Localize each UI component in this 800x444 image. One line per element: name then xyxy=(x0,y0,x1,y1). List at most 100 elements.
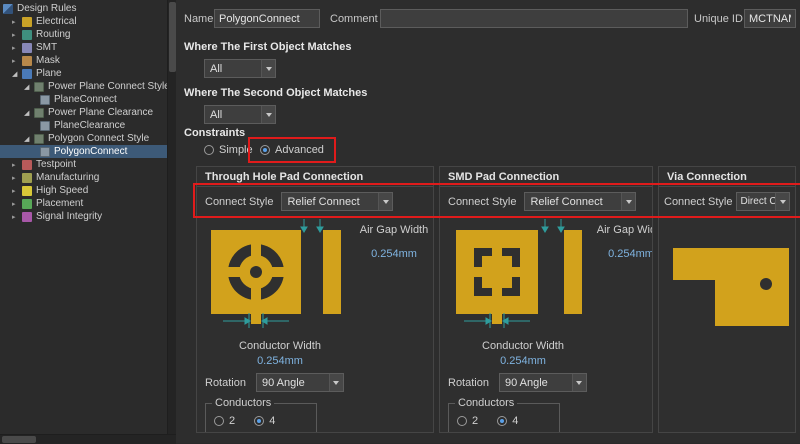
tree-label: Signal Integrity xyxy=(36,211,102,222)
through-hole-pad-connection-panel: Through Hole Pad Connection Connect Styl… xyxy=(196,166,434,433)
testpoint-icon xyxy=(22,160,32,170)
sidebar-item-high-speed[interactable]: High Speed xyxy=(0,184,167,197)
constraints-panels: Through Hole Pad Connection Connect Styl… xyxy=(196,166,796,433)
rule-editor-panel: Name Comment Unique ID Where The First O… xyxy=(176,0,800,443)
conductors-2-radio[interactable]: 2 xyxy=(214,415,235,427)
expand-arrow-icon[interactable] xyxy=(12,213,22,221)
comment-label: Comment xyxy=(330,13,378,25)
sidebar-item-power-plane-clearance[interactable]: Power Plane Clearance xyxy=(0,106,167,119)
first-match-dropdown[interactable]: All xyxy=(204,59,276,78)
sidebar-item-mask[interactable]: Mask xyxy=(0,54,167,67)
expand-arrow-icon[interactable] xyxy=(24,135,34,143)
tree-label: Placement xyxy=(36,198,83,209)
smt-icon xyxy=(22,43,32,53)
radio-icon xyxy=(260,145,270,155)
dropdown-value: 90 Angle xyxy=(500,377,572,389)
conductor-width-value: 0.254mm xyxy=(205,355,355,367)
second-match-heading: Where The Second Object Matches xyxy=(184,87,367,99)
tree-label: PlaneConnect xyxy=(54,94,117,105)
radio-label: 4 xyxy=(269,415,275,427)
through-hole-relief-graphic xyxy=(203,218,353,336)
sidebar-item-polygonconnect-selected[interactable]: PolygonConnect xyxy=(0,145,167,158)
rule-icon xyxy=(40,95,50,105)
conductor-width-value: 0.254mm xyxy=(448,355,598,367)
expand-arrow-icon[interactable] xyxy=(12,31,22,39)
sidebar-item-power-plane-connect-style[interactable]: Power Plane Connect Style xyxy=(0,80,167,93)
sidebar-item-planeclearance[interactable]: PlaneClearance xyxy=(0,119,167,132)
conductors-2-radio[interactable]: 2 xyxy=(457,415,478,427)
advanced-mode-radio[interactable]: Advanced xyxy=(260,144,324,156)
conductors-4-radio[interactable]: 4 xyxy=(254,415,275,427)
expand-arrow-icon[interactable] xyxy=(12,44,22,52)
sidebar-item-manufacturing[interactable]: Manufacturing xyxy=(0,171,167,184)
chevron-down-icon[interactable] xyxy=(261,106,275,123)
sidebar-item-routing[interactable]: Routing xyxy=(0,28,167,41)
chevron-down-icon[interactable] xyxy=(775,193,789,210)
sidebar-item-planeconnect[interactable]: PlaneConnect xyxy=(0,93,167,106)
connect-style-dropdown[interactable]: Direct Connect xyxy=(736,192,790,211)
conductors-groupbox: Conductors 2 4 xyxy=(205,403,317,433)
smd-relief-graphic xyxy=(446,218,596,336)
name-label: Name xyxy=(184,13,213,25)
air-gap-width-label: Air Gap Width xyxy=(351,224,434,236)
chevron-down-icon[interactable] xyxy=(572,374,586,391)
electrical-icon xyxy=(22,17,32,27)
unique-id-input[interactable] xyxy=(744,9,796,28)
rule-icon xyxy=(40,147,50,157)
sidebar-item-signal-integrity[interactable]: Signal Integrity xyxy=(0,210,167,223)
tree-label: Routing xyxy=(36,29,70,40)
dropdown-value: All xyxy=(205,109,261,121)
chevron-down-icon[interactable] xyxy=(261,60,275,77)
second-match-dropdown[interactable]: All xyxy=(204,105,276,124)
smd-pad-connection-panel: SMD Pad Connection Connect Style Relief … xyxy=(439,166,653,433)
expand-arrow-icon[interactable] xyxy=(24,83,34,91)
conductors-groupbox: Conductors 2 4 xyxy=(448,403,560,433)
tree-label: High Speed xyxy=(36,185,88,196)
sidebar-item-testpoint[interactable]: Testpoint xyxy=(0,158,167,171)
expand-arrow-icon[interactable] xyxy=(12,18,22,26)
scrollbar-thumb[interactable] xyxy=(169,2,176,72)
chevron-down-icon[interactable] xyxy=(621,193,635,210)
expand-arrow-icon[interactable] xyxy=(12,70,22,78)
rule-name-input[interactable] xyxy=(214,9,320,28)
air-gap-width-value: 0.254mm xyxy=(351,248,434,260)
rotation-label: Rotation xyxy=(205,377,246,389)
via-direct-connect-graphic xyxy=(667,234,796,334)
routing-icon xyxy=(22,30,32,40)
expand-arrow-icon[interactable] xyxy=(12,200,22,208)
dropdown-value: 90 Angle xyxy=(257,377,329,389)
tree-label: PlaneClearance xyxy=(54,120,125,131)
expand-arrow-icon[interactable] xyxy=(12,187,22,195)
radio-icon xyxy=(214,416,224,426)
panel-title: Via Connection xyxy=(659,167,795,187)
simple-mode-radio[interactable]: Simple xyxy=(204,144,253,156)
sidebar-item-electrical[interactable]: Electrical xyxy=(0,15,167,28)
expand-arrow-icon[interactable] xyxy=(12,57,22,65)
tree-label: Power Plane Clearance xyxy=(48,107,153,118)
comment-input[interactable] xyxy=(380,9,688,28)
connect-style-label: Connect Style xyxy=(448,196,516,208)
expand-arrow-icon[interactable] xyxy=(12,174,22,182)
sidebar-item-placement[interactable]: Placement xyxy=(0,197,167,210)
chevron-down-icon[interactable] xyxy=(329,374,343,391)
sidebar-item-polygon-connect-style[interactable]: Polygon Connect Style xyxy=(0,132,167,145)
radio-label: 4 xyxy=(512,415,518,427)
conductor-width-label: Conductor Width xyxy=(205,340,355,352)
rotation-dropdown[interactable]: 90 Angle xyxy=(499,373,587,392)
connect-style-dropdown[interactable]: Relief Connect xyxy=(281,192,393,211)
radio-icon xyxy=(457,416,467,426)
rotation-dropdown[interactable]: 90 Angle xyxy=(256,373,344,392)
sidebar-item-smt[interactable]: SMT xyxy=(0,41,167,54)
expand-arrow-icon[interactable] xyxy=(12,161,22,169)
sidebar-item-plane[interactable]: Plane xyxy=(0,67,167,80)
conductors-label: Conductors xyxy=(455,397,517,409)
style-sheet-icon xyxy=(34,134,44,144)
chevron-down-icon[interactable] xyxy=(378,193,392,210)
conductors-4-radio[interactable]: 4 xyxy=(497,415,518,427)
radio-icon xyxy=(254,416,264,426)
tree-root-design-rules[interactable]: Design Rules xyxy=(0,2,167,15)
style-sheet-icon xyxy=(34,82,44,92)
connect-style-dropdown[interactable]: Relief Connect xyxy=(524,192,636,211)
scrollbar-thumb[interactable] xyxy=(2,436,36,443)
expand-arrow-icon[interactable] xyxy=(24,109,34,117)
